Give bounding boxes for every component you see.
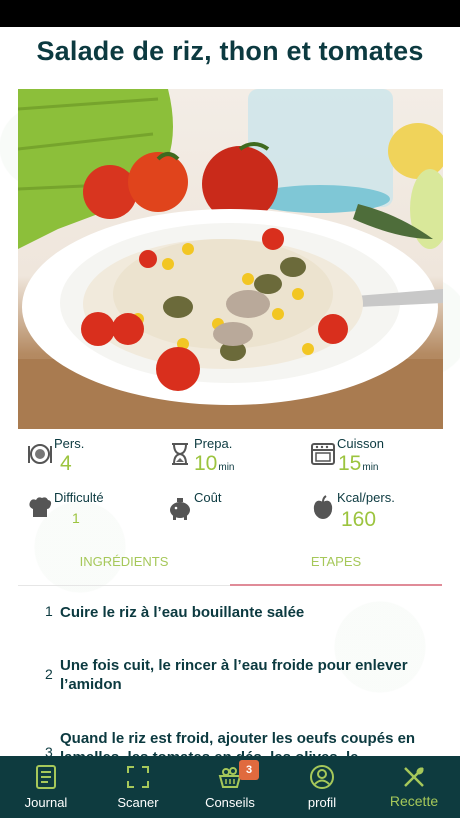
recipe-tabs: INGRÉDIENTS ETAPES [18,546,443,586]
tab-ingredients[interactable]: INGRÉDIENTS [18,546,230,586]
tab-etapes[interactable]: ETAPES [230,546,442,586]
hourglass-icon [172,443,188,465]
nav-profil[interactable]: profil [290,756,354,818]
apple-icon [313,495,333,519]
nav-journal[interactable]: Journal [14,756,78,818]
status-bar [0,0,460,27]
step-text: Une fois cuit, le rincer à l’eau froide … [60,657,408,693]
stat-kcal-value: 160 [341,508,377,531]
stat-prepa-value: 10min [194,452,235,475]
nav-conseils[interactable]: 3 Conseils [198,756,262,818]
plate-icon [28,444,52,464]
step-text: Cuire le riz à l’eau bouillante salée [60,604,305,621]
stat-persons-label: Pers. [54,436,85,451]
bottom-nav: Journal Scaner 3 Conseils profil Recette [0,756,460,818]
nav-scaner[interactable]: Scaner [106,756,170,818]
step-text: Quand le riz est froid, ajouter les oeuf… [60,730,416,756]
recipe-title: Salade de riz, thon et tomates [36,36,424,66]
oven-icon [311,443,335,465]
recipe-photo [18,89,443,429]
nav-scaner-label: Scaner [117,795,159,810]
stat-persons-value: 4 [60,452,72,475]
nav-conseils-label: Conseils [205,795,255,810]
step-number: 2 [45,666,53,682]
step-number: 1 [45,603,53,619]
conseils-badge: 3 [239,760,259,780]
stat-prepa-label: Prepa. [194,436,233,451]
nav-recette-label: Recette [389,793,439,809]
piggy-bank-icon [170,498,190,520]
user-icon [310,765,334,789]
stat-prepa-unit: min [218,462,235,473]
chef-hat-icon [29,497,52,517]
fork-spoon-icon [404,767,424,787]
stat-difficulte-label: Difficulté [54,490,104,505]
stat-cout-label: Coût [194,490,222,505]
stat-cuisson-unit: min [362,462,379,473]
step-number: 3 [45,744,53,756]
nav-profil-label: profil [307,795,337,810]
journal-icon [36,765,56,789]
stat-kcal-label: Kcal/pers. [337,490,395,505]
stat-cuisson-label: Cuisson [337,436,384,451]
steps-list: 1 Cuire le riz à l’eau bouillante salée … [0,596,460,756]
scan-icon [127,766,149,788]
recipe-stats: Pers. 4 Prepa. 10min Cuisson 15min Diffi… [0,436,460,546]
stat-difficulte-value: 1 [72,510,80,526]
nav-journal-label: Journal [24,795,68,810]
nav-recette[interactable]: Recette [382,756,446,818]
stat-cuisson-value: 15min [338,452,379,475]
